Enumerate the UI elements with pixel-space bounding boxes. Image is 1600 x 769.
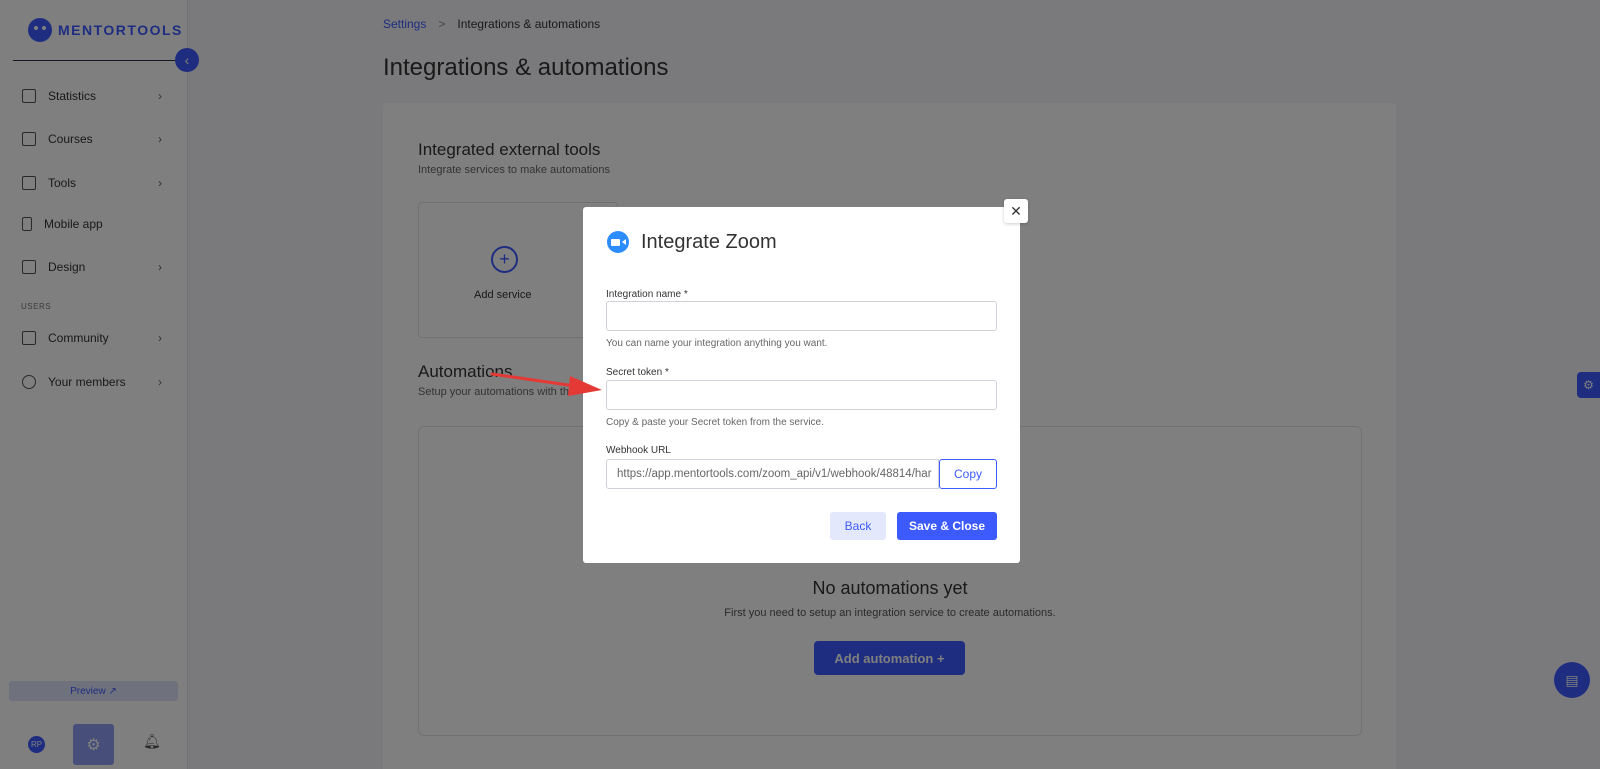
integration-name-label: Integration name * <box>606 289 688 300</box>
close-icon[interactable]: ✕ <box>1004 199 1028 223</box>
zoom-icon <box>607 231 629 253</box>
secret-token-hint: Copy & paste your Secret token from the … <box>606 417 824 428</box>
copy-button[interactable]: Copy <box>939 459 997 489</box>
back-button[interactable]: Back <box>830 512 886 540</box>
webhook-url-field[interactable]: https://app.mentortools.com/zoom_api/v1/… <box>606 459 939 489</box>
save-close-button[interactable]: Save & Close <box>897 512 997 540</box>
secret-token-label: Secret token * <box>606 367 669 378</box>
required-mark: * <box>664 367 669 378</box>
secret-token-input[interactable] <box>606 380 997 410</box>
integrate-zoom-modal: Integrate Zoom Integration name * You ca… <box>583 207 1020 563</box>
annotation-arrow-icon <box>490 372 602 396</box>
integration-name-label-text: Integration name <box>606 289 682 300</box>
required-mark: * <box>683 289 688 300</box>
integration-name-hint: You can name your integration anything y… <box>606 338 828 349</box>
integration-name-input[interactable] <box>606 301 997 331</box>
modal-title: Integrate Zoom <box>641 231 777 253</box>
webhook-url-label: Webhook URL <box>606 445 671 456</box>
secret-token-label-text: Secret token <box>606 367 663 378</box>
